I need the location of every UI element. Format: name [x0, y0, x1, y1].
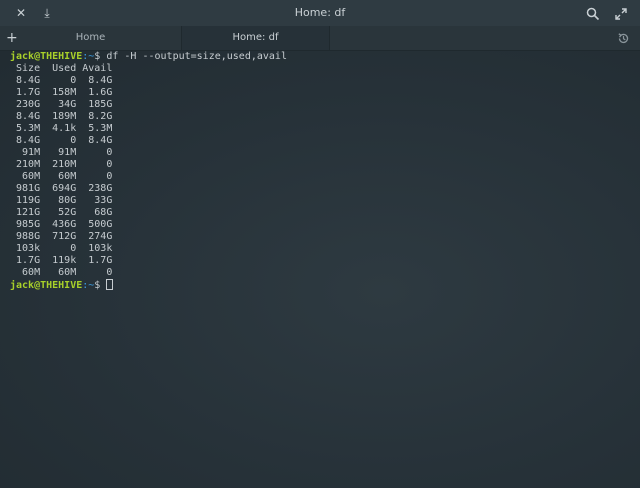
output-line: 1.7G 119k 1.7G [10, 255, 113, 266]
prompt-line: jack@THEHIVE:~$ [10, 279, 287, 292]
output-line: 5.3M 4.1k 5.3M [10, 123, 113, 134]
output-line: 210M 210M 0 [10, 159, 113, 170]
output-line: 230G 34G 185G [10, 99, 113, 110]
output-line: 8.4G 0 8.4G [10, 75, 113, 86]
tab-home[interactable]: + Home [0, 26, 182, 50]
output-line: 988G 712G 274G [10, 231, 113, 242]
prompt-symbol: $ [94, 280, 101, 291]
output-line: 121G 52G 68G [10, 207, 113, 218]
output-line: 60M 60M 0 [10, 267, 113, 278]
command-line: jack@THEHIVE:~$ df -H --output=size,used… [10, 51, 287, 63]
new-tab-icon[interactable]: + [6, 26, 18, 50]
command-text: df -H --output=size,used,avail [100, 51, 287, 62]
output-line: 91M 91M 0 [10, 147, 113, 158]
window-title: Home: df [294, 6, 346, 19]
output-line: 8.4G 0 8.4G [10, 135, 113, 146]
text-cursor [106, 279, 114, 290]
output-line: 103k 0 103k [10, 243, 113, 254]
prompt-path: :~ [82, 51, 95, 62]
maximize-icon[interactable] [608, 0, 634, 26]
restore-tab-icon[interactable] [617, 26, 630, 50]
output-line: 1.7G 158M 1.6G [10, 87, 113, 98]
output-line: 985G 436G 500G [10, 219, 113, 230]
terminal-output: jack@THEHIVE:~$ df -H --output=size,used… [10, 51, 287, 292]
terminal-area[interactable]: jack@THEHIVE:~$ df -H --output=size,used… [0, 51, 640, 488]
tab-label: Home [75, 32, 106, 43]
prompt-path: :~ [82, 280, 95, 291]
output-line: 981G 694G 238G [10, 183, 113, 194]
output-line: 119G 80G 33G [10, 195, 113, 206]
title-bar: ✕ ⤓ Home: df [0, 0, 640, 26]
output-line: 8.4G 189M 8.2G [10, 111, 113, 122]
tab-bar: + Home Home: df [0, 26, 640, 51]
tab-label: Home: df [232, 32, 279, 43]
prompt-user-host: jack@THEHIVE [10, 280, 83, 291]
output-line: 60M 60M 0 [10, 171, 113, 182]
tab-home-df[interactable]: Home: df [182, 26, 330, 50]
prompt-user-host: jack@THEHIVE [10, 51, 83, 62]
output-line: Size Used Avail [10, 63, 113, 74]
search-icon[interactable] [580, 0, 606, 26]
